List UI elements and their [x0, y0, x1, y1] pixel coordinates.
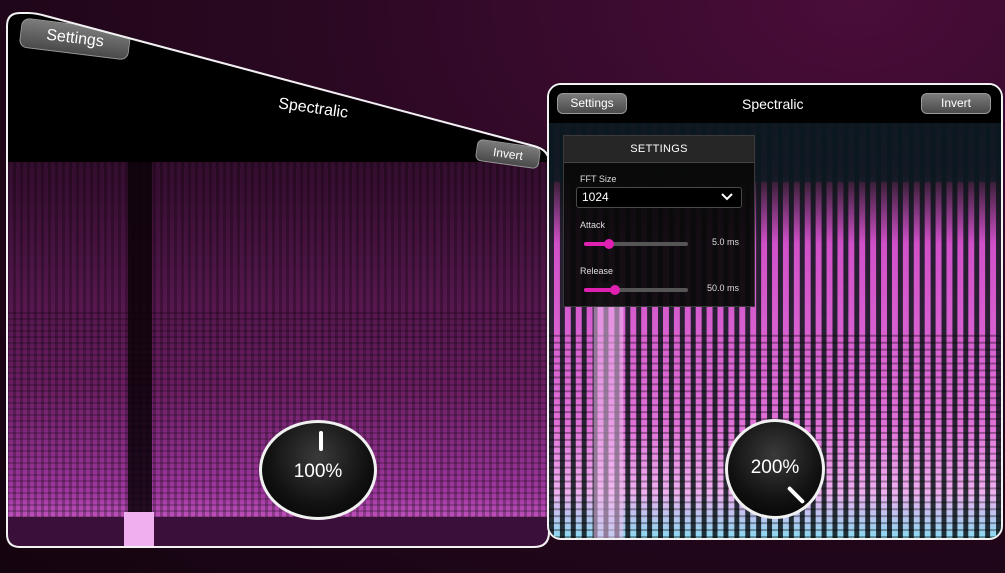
fft-size-dropdown[interactable]: 1024	[576, 187, 742, 208]
settings-panel: SETTINGS FFT Size 1024 Attack 5.0 ms Rel…	[563, 135, 755, 307]
release-slider[interactable]	[584, 285, 688, 295]
release-value: 50.0 ms	[706, 283, 739, 293]
knob-pointer	[786, 485, 806, 505]
chevron-down-icon	[721, 193, 733, 201]
fft-size-value: 1024	[582, 190, 609, 204]
knob-value: 100%	[293, 461, 343, 482]
left-dry-wet-knob[interactable]: 100%	[259, 420, 377, 520]
attack-label: Attack	[580, 220, 606, 230]
release-slider-thumb[interactable]	[610, 285, 621, 295]
settings-button[interactable]: Settings	[557, 93, 627, 114]
right-dry-wet-knob[interactable]: 200%	[725, 419, 825, 519]
release-label: Release	[580, 266, 614, 276]
plugin-title: Spectralic	[742, 96, 804, 112]
invert-button[interactable]: Invert	[921, 93, 991, 114]
knob-value: 200%	[750, 457, 800, 478]
fft-size-label: FFT Size	[580, 174, 617, 184]
knob-pointer	[319, 431, 323, 451]
attack-slider-thumb[interactable]	[603, 239, 614, 249]
attack-value: 5.0 ms	[711, 237, 739, 247]
attack-slider[interactable]	[584, 239, 688, 249]
settings-panel-heading: SETTINGS	[564, 136, 754, 163]
